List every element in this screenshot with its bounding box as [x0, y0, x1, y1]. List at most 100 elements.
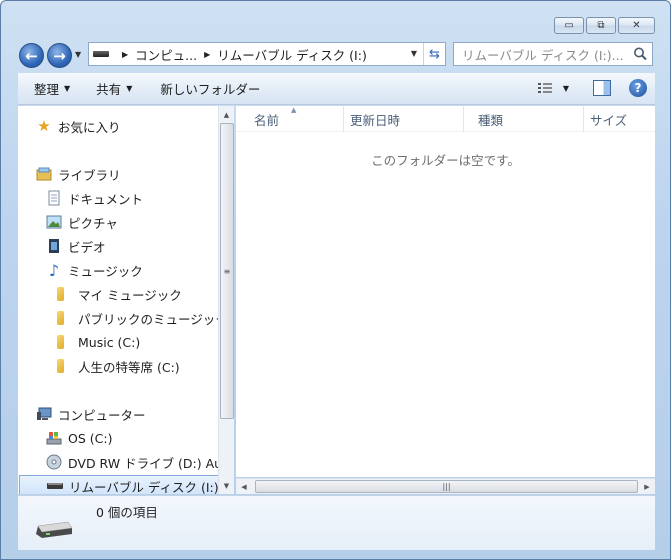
- breadcrumb-computer[interactable]: コンピュ...: [135, 45, 197, 64]
- nav-label: ライブラリ: [58, 167, 121, 183]
- nav-item-documents[interactable]: ドキュメント: [46, 187, 143, 209]
- preview-pane-icon[interactable]: [593, 80, 611, 96]
- scroll-left-icon[interactable]: ◀: [236, 479, 252, 495]
- change-view-button[interactable]: [537, 81, 553, 95]
- caption-buttons: ▭ ⧉ ✕: [554, 17, 655, 34]
- file-list-horizontal-scrollbar[interactable]: ◀ ||| ▶: [236, 478, 655, 494]
- breadcrumb-removable-disk[interactable]: リムーバブル ディスク (I:): [217, 45, 367, 64]
- sort-ascending-icon: ▲: [291, 106, 297, 114]
- command-bar: 整理 ▼ 共有 ▼ 新しいフォルダー ▼ ?: [18, 73, 655, 105]
- navigation-pane: ★ お気に入り ライブラリ ドキュメント ピクチャ ビデオ ♪ ミュージック マ…: [18, 106, 234, 494]
- scroll-thumb[interactable]: |||: [255, 480, 638, 493]
- nav-label: リムーバブル ディスク (I:): [69, 479, 219, 495]
- column-header-type[interactable]: 種類: [464, 106, 584, 132]
- forward-button[interactable]: →: [47, 43, 72, 68]
- video-icon: [46, 238, 62, 254]
- folder-icon: [56, 334, 72, 350]
- nav-item-music-c[interactable]: Music (C:): [56, 331, 140, 353]
- nav-label: ピクチャ: [68, 215, 118, 231]
- share-button[interactable]: 共有 ▼: [88, 73, 140, 104]
- nav-label: パブリックのミュージック: [78, 311, 228, 327]
- scroll-right-icon[interactable]: ▶: [639, 479, 655, 495]
- refresh-icon: ⇆: [429, 46, 440, 62]
- column-label: 名前: [254, 112, 280, 128]
- nav-item-favorites[interactable]: ★ お気に入り: [36, 115, 121, 137]
- nav-label: コンピューター: [58, 407, 146, 423]
- back-arrow-icon: ←: [25, 46, 38, 65]
- scroll-up-icon[interactable]: ▲: [219, 107, 234, 122]
- address-dropdown-icon[interactable]: ▼: [411, 49, 417, 58]
- music-note-icon: ♪: [48, 260, 60, 280]
- back-button[interactable]: ←: [19, 43, 44, 68]
- search-placeholder: リムーバブル ディスク (I:)...: [462, 47, 624, 63]
- removable-drive-large-icon: [36, 521, 73, 538]
- chevron-down-icon: ▼: [126, 84, 133, 93]
- forward-arrow-icon: →: [53, 46, 66, 65]
- maximize-button[interactable]: ⧉: [586, 17, 616, 34]
- minimize-button[interactable]: ▭: [554, 17, 584, 34]
- file-list[interactable]: ▲ 名前 更新日時 種類 サイズ このフォルダーは空です。: [236, 106, 655, 477]
- scroll-thumb[interactable]: ≡: [220, 123, 234, 419]
- nav-item-removable[interactable]: リムーバブル ディスク (I:): [19, 475, 234, 494]
- share-label: 共有: [96, 82, 122, 97]
- scroll-down-icon[interactable]: ▼: [219, 478, 234, 493]
- view-dropdown-icon[interactable]: ▼: [563, 84, 569, 93]
- search-icon[interactable]: [632, 46, 648, 62]
- new-folder-label: 新しいフォルダー: [160, 82, 261, 97]
- close-button[interactable]: ✕: [618, 17, 655, 34]
- close-icon: ✕: [632, 20, 641, 31]
- organize-button[interactable]: 整理 ▼: [26, 73, 78, 104]
- new-folder-button[interactable]: 新しいフォルダー: [152, 73, 268, 104]
- column-label: 更新日時: [350, 112, 401, 128]
- search-input[interactable]: リムーバブル ディスク (I:)...: [453, 42, 653, 66]
- explorer-window: ▭ ⧉ ✕ ← → ▼ ▶ コンピュ... ▶ リムーバブル ディスク (I:)…: [0, 0, 671, 560]
- drive-icon: [93, 51, 109, 57]
- item-count: 0 個の項目: [96, 505, 158, 520]
- column-header-modified[interactable]: 更新日時: [344, 106, 464, 132]
- refresh-button[interactable]: ⇆: [423, 43, 445, 65]
- nav-item-dvd[interactable]: DVD RW ドライブ (D:) Au: [46, 451, 222, 473]
- address-bar[interactable]: ▶ コンピュ... ▶ リムーバブル ディスク (I:) ▼ ⇆: [88, 42, 446, 66]
- nav-label: Music (C:): [78, 334, 141, 350]
- details-pane: 0 個の項目: [18, 495, 655, 550]
- star-icon: ★: [37, 117, 51, 135]
- nav-label: DVD RW ドライブ (D:) Au: [68, 455, 223, 471]
- chevron-down-icon: ▼: [64, 84, 71, 93]
- navigation-scrollbar[interactable]: ▲ ≡ ▼: [218, 106, 234, 494]
- nav-item-my-music[interactable]: マイ ミュージック: [56, 283, 182, 305]
- nav-label: お気に入り: [58, 119, 121, 135]
- empty-folder-message: このフォルダーは空です。: [371, 153, 520, 168]
- maximize-icon: ⧉: [597, 20, 605, 31]
- nav-item-videos[interactable]: ビデオ: [46, 235, 106, 257]
- toolbar-right: ▼ ?: [537, 79, 647, 97]
- nav-label: ドキュメント: [68, 191, 144, 207]
- picture-icon: [46, 214, 62, 230]
- nav-item-music[interactable]: ♪ ミュージック: [46, 259, 143, 281]
- minimize-icon: ▭: [564, 20, 574, 31]
- organize-label: 整理: [34, 82, 60, 97]
- help-icon[interactable]: ?: [629, 79, 647, 97]
- nav-label: 人生の特等席 (C:): [78, 359, 180, 375]
- column-header-name[interactable]: ▲ 名前: [236, 106, 344, 132]
- recent-pages-dropdown[interactable]: ▼: [75, 50, 81, 59]
- column-headers: ▲ 名前 更新日時 種類 サイズ: [236, 106, 655, 132]
- breadcrumb-chevron-icon[interactable]: ▶: [204, 50, 210, 59]
- column-header-size[interactable]: サイズ: [584, 106, 655, 132]
- nav-label: ビデオ: [68, 239, 106, 255]
- nav-item-computer[interactable]: コンピューター: [36, 403, 146, 425]
- folder-icon: [56, 310, 72, 326]
- breadcrumb-chevron-icon[interactable]: ▶: [122, 50, 128, 59]
- computer-icon: [36, 406, 52, 422]
- nav-item-public-music[interactable]: パブリックのミュージック: [56, 307, 228, 329]
- document-icon: [46, 190, 62, 206]
- nav-item-os-c[interactable]: OS (C:): [46, 427, 112, 449]
- nav-item-libraries[interactable]: ライブラリ: [36, 163, 121, 185]
- folder-icon: [56, 358, 72, 374]
- removable-drive-icon: [47, 478, 63, 494]
- dvd-drive-icon: [46, 454, 62, 470]
- nav-item-pictures[interactable]: ピクチャ: [46, 211, 118, 233]
- library-icon: [36, 166, 52, 182]
- nav-label: OS (C:): [68, 430, 113, 446]
- column-label: サイズ: [590, 112, 628, 128]
- nav-item-jinsei[interactable]: 人生の特等席 (C:): [56, 355, 180, 377]
